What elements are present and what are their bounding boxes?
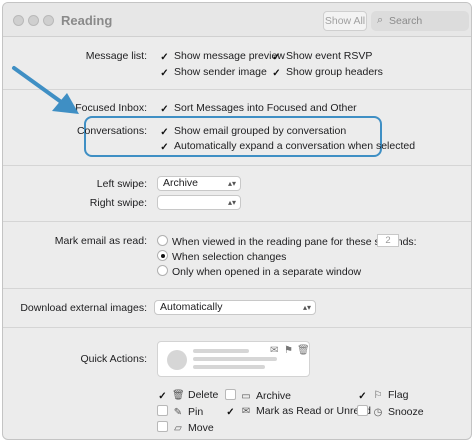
quick-action-delete[interactable]: ✓ 🗑 Delete bbox=[157, 389, 218, 402]
download-images-label: Download external images: bbox=[20, 302, 147, 314]
envelope-open-icon: ✉ bbox=[270, 345, 279, 356]
checkbox-icon bbox=[357, 405, 368, 416]
quick-action-mark-read-unread[interactable]: ✓ ✉ Mark as Read or Unread bbox=[225, 405, 371, 418]
radio-selected-icon bbox=[157, 250, 168, 261]
focused-inbox-label: Focused Inbox: bbox=[75, 102, 147, 114]
checkbox-icon bbox=[157, 405, 168, 416]
preferences-window: Reading Show All ⌕ Message list: ✓Show m… bbox=[2, 2, 472, 440]
search-field[interactable]: ⌕ bbox=[371, 11, 469, 31]
chevron-updown-icon: ▴▾ bbox=[227, 179, 236, 188]
quick-action-archive[interactable]: ▭ Archive bbox=[225, 389, 291, 402]
right-swipe-select[interactable]: ▴▾ bbox=[157, 195, 241, 210]
quick-action-flag[interactable]: ✓ ⚐ Flag bbox=[357, 389, 408, 402]
quick-action-snooze[interactable]: ◷ Snooze bbox=[357, 405, 424, 418]
quick-actions-preview: ✉ ⚑ 🗑 bbox=[157, 341, 310, 377]
radio-icon bbox=[157, 265, 168, 276]
chevron-updown-icon: ▴▾ bbox=[227, 198, 236, 207]
checkmark-icon: ✓ bbox=[160, 52, 169, 63]
divider bbox=[3, 165, 471, 166]
mark-read-separate-window-radio[interactable]: Only when opened in a separate window bbox=[157, 265, 361, 278]
flag-icon: ⚑ bbox=[284, 345, 293, 356]
checkbox-icon bbox=[225, 389, 236, 400]
group-by-conversation-checkbox[interactable]: ✓ Show email grouped by conversation bbox=[159, 125, 346, 138]
pin-icon: ✎ bbox=[173, 407, 183, 418]
left-swipe-label: Left swipe: bbox=[96, 178, 147, 190]
zoom-window-button[interactable] bbox=[43, 15, 54, 26]
checkmark-icon: ✓ bbox=[272, 68, 281, 79]
show-all-button[interactable]: Show All bbox=[323, 11, 367, 31]
avatar bbox=[167, 350, 187, 370]
quick-actions-label: Quick Actions: bbox=[80, 353, 147, 365]
sort-focused-other-checkbox[interactable]: ✓ Sort Messages into Focused and Other bbox=[159, 102, 356, 115]
auto-expand-conversation-checkbox[interactable]: ✓ Automatically expand a conversation whe… bbox=[159, 140, 415, 153]
placeholder-line bbox=[193, 357, 277, 361]
trash-icon: 🗑 bbox=[172, 390, 185, 401]
quick-action-pin[interactable]: ✎ Pin bbox=[157, 405, 203, 418]
checkmark-icon: ✓ bbox=[272, 52, 281, 63]
trash-icon: 🗑 bbox=[297, 345, 310, 356]
envelope-icon: ✉ bbox=[241, 406, 251, 417]
show-group-headers-checkbox[interactable]: ✓ Show group headers bbox=[271, 66, 383, 79]
show-event-rsvp-checkbox[interactable]: ✓ Show event RSVP bbox=[271, 50, 372, 63]
archive-icon: ▭ bbox=[241, 391, 251, 402]
divider bbox=[3, 89, 471, 90]
message-list-label: Message list: bbox=[85, 50, 147, 62]
minimize-window-button[interactable] bbox=[28, 15, 39, 26]
divider bbox=[3, 327, 471, 328]
left-swipe-select[interactable]: Archive ▴▾ bbox=[157, 176, 241, 191]
divider bbox=[3, 221, 471, 222]
close-window-button[interactable] bbox=[13, 15, 24, 26]
right-swipe-label: Right swipe: bbox=[89, 197, 147, 209]
download-images-select[interactable]: Automatically ▴▾ bbox=[154, 300, 316, 315]
search-input[interactable] bbox=[389, 13, 465, 29]
divider bbox=[3, 288, 471, 289]
conversations-label: Conversations: bbox=[76, 125, 147, 137]
checkmark-icon: ✓ bbox=[160, 142, 169, 153]
mark-read-seconds-field[interactable]: 2 bbox=[377, 234, 399, 247]
clock-icon: ◷ bbox=[373, 407, 383, 418]
checkmark-icon: ✓ bbox=[160, 68, 169, 79]
chevron-updown-icon: ▴▾ bbox=[302, 303, 311, 312]
show-message-preview-checkbox[interactable]: ✓ Show message preview bbox=[159, 50, 285, 63]
search-icon: ⌕ bbox=[377, 14, 384, 26]
checkmark-icon: ✓ bbox=[226, 407, 235, 418]
radio-icon bbox=[157, 235, 168, 246]
checkmark-icon: ✓ bbox=[160, 104, 169, 115]
checkmark-icon: ✓ bbox=[358, 391, 367, 402]
window-title: Reading bbox=[61, 13, 113, 28]
folder-icon: ▱ bbox=[174, 423, 182, 434]
quick-action-move[interactable]: ▱ Move bbox=[157, 421, 214, 434]
show-sender-image-checkbox[interactable]: ✓ Show sender image bbox=[159, 66, 267, 79]
checkbox-icon bbox=[157, 421, 168, 432]
mark-read-selection-changes-radio[interactable]: When selection changes bbox=[157, 250, 286, 263]
placeholder-line bbox=[193, 365, 265, 369]
mark-read-label: Mark email as read: bbox=[54, 235, 147, 247]
flag-icon: ⚐ bbox=[373, 390, 383, 401]
checkmark-icon: ✓ bbox=[158, 391, 167, 402]
checkmark-icon: ✓ bbox=[160, 127, 169, 138]
placeholder-line bbox=[193, 349, 249, 353]
title-bar: Reading Show All ⌕ bbox=[3, 3, 471, 37]
